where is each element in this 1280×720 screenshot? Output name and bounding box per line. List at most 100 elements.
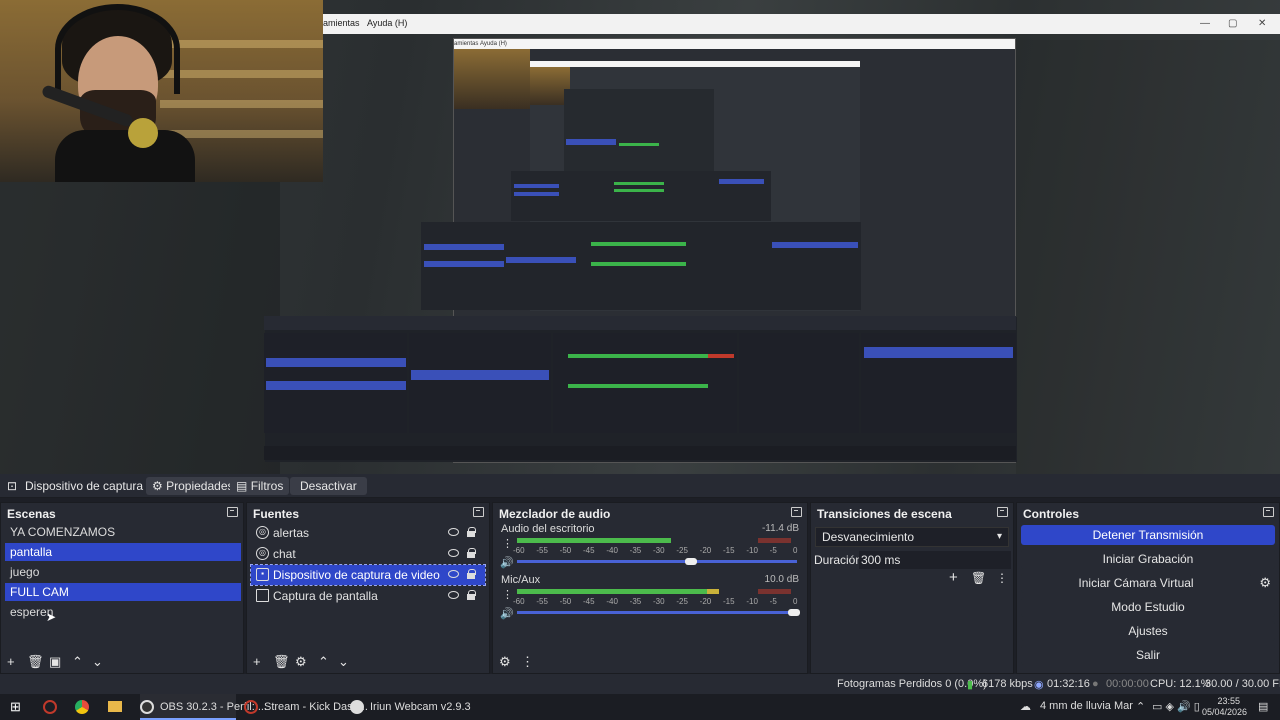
mixer-title: Mezclador de audio (499, 507, 611, 521)
scene-item[interactable]: esperen (5, 603, 241, 621)
stream-time: 01:32:16 (1047, 678, 1090, 690)
taskbar-app-stream[interactable]: Stream - Kick Dash... (244, 694, 368, 720)
program-preview: amientas Ayuda (H) — ▢ ✕ amientas Ayuda … (0, 0, 1280, 474)
move-down-icon[interactable]: ⌄ (338, 654, 349, 670)
fader-handle[interactable] (684, 558, 697, 565)
browser-icon: ◎ (256, 526, 269, 539)
transition-select[interactable]: Desvanecimiento (815, 527, 1009, 547)
meter-tick-label: -50 (559, 546, 572, 555)
start-recording-button[interactable]: Iniciar Grabación (1021, 549, 1275, 569)
deactivate-button[interactable]: Desactivar (290, 477, 367, 495)
audio-mixer-dock: Mezclador de audio Audio del escritorio … (492, 502, 808, 674)
level-meter (517, 589, 797, 594)
volume-fader[interactable] (517, 609, 801, 616)
speaker-icon[interactable]: 🔊 (500, 556, 514, 569)
gear-icon[interactable]: ⚙ (1259, 575, 1271, 591)
speaker-icon[interactable]: 🔊 (500, 607, 514, 620)
fader-handle[interactable] (788, 609, 801, 616)
kebab-menu-icon[interactable]: ⋮ (521, 654, 534, 670)
taskbar-app-obs[interactable]: OBS 30.2.3 - Perfil: ... (140, 694, 267, 720)
track-name: Mic/Aux (501, 574, 541, 586)
clock-time: 23:55 (1217, 696, 1240, 706)
add-icon[interactable]: + (949, 569, 958, 586)
scenes-dock: Escenas YA COMENZAMOS pantalla juego FUL… (0, 502, 244, 674)
controls-dock: Controles Detener Transmisión Iniciar Gr… (1016, 502, 1280, 674)
move-down-icon[interactable]: ⌄ (92, 654, 103, 670)
undock-icon[interactable] (473, 507, 484, 517)
chevron-up-icon[interactable]: ⌃ (1136, 700, 1145, 713)
trash-icon[interactable]: 🗑 (971, 571, 986, 585)
scene-item[interactable]: YA COMENZAMOS (5, 523, 241, 541)
move-up-icon[interactable]: ⌃ (72, 654, 83, 670)
weather-icon[interactable]: ☁ (1020, 700, 1031, 713)
studio-mode-button[interactable]: Modo Estudio (1021, 597, 1275, 617)
windows-start-icon[interactable]: ⊞ (10, 699, 21, 715)
nested-menu-tools: amientas (323, 18, 360, 28)
source-row[interactable]: Captura de pantalla (251, 586, 485, 606)
cpu-usage: CPU: 12.1% (1150, 678, 1211, 690)
filters-label: Filtros (250, 479, 284, 493)
scene-item[interactable]: pantalla (5, 543, 241, 561)
properties-button[interactable]: ⚙ Propiedades (146, 477, 240, 495)
tray-icons[interactable]: ▭ ◈ 🔊 ▯ (1152, 700, 1200, 713)
lock-icon[interactable] (467, 548, 476, 558)
lock-icon[interactable] (467, 569, 476, 579)
meter-tick-label: -25 (676, 546, 688, 555)
undock-icon[interactable] (997, 507, 1008, 517)
visibility-eye-icon[interactable] (448, 549, 459, 557)
scene-item[interactable]: juego (5, 563, 241, 581)
clock-date: 05/04/2026 (1202, 707, 1248, 717)
mixer-footer: ⚙ ⋮ (493, 649, 807, 673)
close-icon: ✕ (1258, 18, 1267, 29)
gear-icon[interactable]: ⚙ (499, 654, 511, 670)
exit-button[interactable]: Salir (1021, 645, 1275, 665)
meter-red (757, 538, 792, 543)
add-icon[interactable]: + (7, 654, 15, 669)
scenes-title: Escenas (7, 507, 56, 521)
taskbar-app-iriun[interactable]: Iriun Webcam v2.9.3 (350, 694, 471, 720)
opera-icon[interactable] (43, 700, 57, 714)
lock-icon[interactable] (467, 527, 476, 537)
undock-icon[interactable] (227, 507, 238, 517)
meter-yellow (707, 589, 719, 594)
meter-tick-label: -15 (723, 597, 735, 606)
start-virtual-camera-button[interactable]: Iniciar Cámara Virtual (1021, 573, 1251, 593)
trash-icon[interactable]: 🗑 (27, 654, 44, 670)
settings-button[interactable]: Ajustes (1021, 621, 1275, 641)
stop-streaming-button[interactable]: Detener Transmisión (1021, 525, 1275, 545)
sources-list: ◎ alertas ◎ chat ▪ Dispositivo de captur… (249, 523, 487, 649)
browser-icon: ◎ (256, 547, 269, 560)
kebab-menu-icon[interactable]: ⋮ (996, 571, 1008, 585)
chrome-icon[interactable] (75, 700, 89, 714)
meter-tick-label: -20 (699, 597, 712, 606)
undock-icon[interactable] (1263, 507, 1274, 517)
filters-button[interactable]: ▤ Filtros (230, 477, 290, 495)
source-row[interactable]: ◎ chat (251, 544, 485, 564)
visibility-eye-icon[interactable] (448, 591, 459, 599)
bitrate: 6178 kbps (982, 678, 1033, 690)
weather-text[interactable]: 4 mm de lluvia Mar (1040, 700, 1133, 712)
gear-icon[interactable]: ⚙ (295, 654, 307, 670)
source-row[interactable]: ▪ Dispositivo de captura de video (250, 564, 486, 586)
scene-item[interactable]: FULL CAM (5, 583, 241, 601)
meter-tick-label: -45 (583, 546, 595, 555)
taskbar-app-label: Iriun Webcam v2.9.3 (370, 701, 471, 713)
move-up-icon[interactable]: ⌃ (318, 654, 329, 670)
meter-tick-label: -25 (676, 597, 688, 606)
source-row[interactable]: ◎ alertas (251, 523, 485, 543)
meter-tick-label: -35 (629, 546, 642, 555)
visibility-eye-icon[interactable] (448, 528, 459, 536)
undock-icon[interactable] (791, 507, 802, 517)
trash-icon[interactable]: 🗑 (273, 654, 290, 670)
lock-icon[interactable] (467, 590, 476, 600)
meter-green (517, 538, 671, 543)
add-icon[interactable]: + (253, 654, 261, 669)
visibility-eye-icon[interactable] (448, 570, 459, 578)
folder-icon[interactable] (108, 701, 122, 712)
scene-filter-icon[interactable]: ▣ (49, 654, 61, 670)
volume-fader[interactable] (517, 558, 797, 565)
track-menu-icon[interactable]: ⋮ (502, 537, 513, 550)
notification-icon[interactable]: ▤ (1258, 700, 1268, 713)
track-menu-icon[interactable]: ⋮ (502, 588, 513, 601)
duration-spinbox[interactable]: 300 ms (859, 551, 1011, 569)
